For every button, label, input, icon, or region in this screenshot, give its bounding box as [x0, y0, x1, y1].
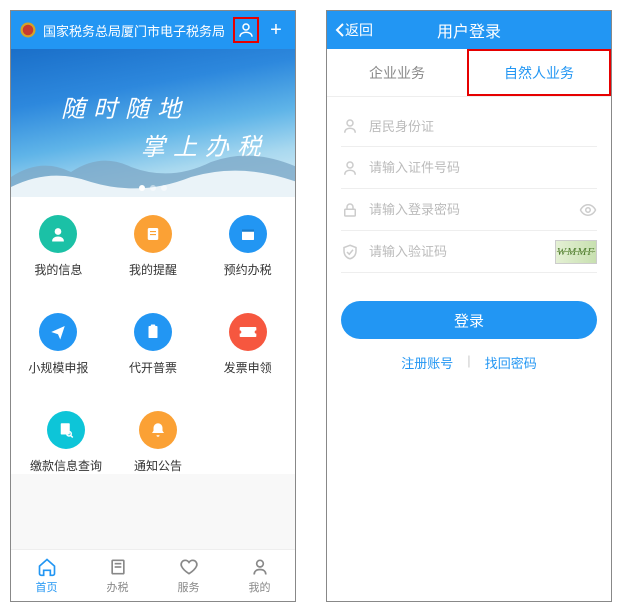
carousel-dots: [139, 185, 167, 191]
login-form: 居民身份证 WMMF: [327, 97, 611, 281]
forgot-password-link[interactable]: 找回密码: [485, 353, 537, 372]
banner-carousel[interactable]: 随时随地 掌上办税: [11, 49, 295, 197]
divider: |: [467, 353, 470, 372]
plus-icon[interactable]: +: [265, 19, 287, 41]
id-type-row[interactable]: 居民身份证: [341, 105, 597, 147]
id-number-input[interactable]: [369, 160, 597, 175]
national-emblem-icon: [19, 21, 37, 39]
heart-icon: [179, 557, 199, 577]
banner-text-line-1: 随时随地: [61, 89, 189, 124]
nav-home[interactable]: 首页: [11, 550, 82, 601]
app-header: 国家税务总局厦门市电子税务局 +: [11, 11, 295, 49]
auth-links: 注册账号 | 找回密码: [327, 353, 611, 372]
grid-label: 通知公告: [134, 457, 182, 474]
id-number-row: [341, 147, 597, 189]
back-button[interactable]: 返回: [327, 20, 381, 40]
paper-plane-icon: [39, 313, 77, 351]
nav-tax[interactable]: 办税: [82, 550, 153, 601]
ticket-icon: [229, 313, 267, 351]
grid-item-payment-query[interactable]: 缴款信息查询: [26, 411, 106, 474]
lock-icon: [341, 201, 359, 219]
person-icon: [341, 159, 359, 177]
tab-individual[interactable]: 自然人业务: [467, 49, 611, 96]
login-tabs: 企业业务 自然人业务: [327, 49, 611, 97]
person-badge-icon: [39, 215, 77, 253]
grid-item-announcements[interactable]: 通知公告: [118, 411, 198, 474]
grid-item-small-scale[interactable]: 小规模申报: [18, 313, 98, 376]
nav-label: 服务: [178, 579, 200, 595]
captcha-row: WMMF: [341, 231, 597, 273]
eye-icon[interactable]: [579, 201, 597, 219]
home-icon: [37, 557, 57, 577]
clipboard-icon: [134, 313, 172, 351]
grid-item-appointment[interactable]: 预约办税: [208, 215, 288, 278]
grid-item-my-reminders[interactable]: 我的提醒: [113, 215, 193, 278]
chevron-left-icon: [335, 23, 345, 37]
login-button[interactable]: 登录: [341, 301, 597, 339]
note-icon: [134, 215, 172, 253]
grid-item-invoice-apply[interactable]: 发票申领: [208, 313, 288, 376]
bell-icon: [139, 411, 177, 449]
user-icon: [250, 557, 270, 577]
home-grid: 我的信息 我的提醒 预约办税 小规模申报 代开普票 发票申领: [11, 197, 295, 474]
password-row: [341, 189, 597, 231]
grid-item-my-info[interactable]: 我的信息: [18, 215, 98, 278]
grid-label: 缴款信息查询: [30, 457, 102, 474]
grid-label: 我的提醒: [129, 261, 177, 278]
shield-icon: [341, 243, 359, 261]
grid-label: 发票申领: [224, 359, 272, 376]
id-type-value: 居民身份证: [369, 116, 434, 135]
nav-mine[interactable]: 我的: [224, 550, 295, 601]
captcha-input[interactable]: [369, 244, 545, 259]
page-title: 用户登录: [437, 18, 501, 42]
nav-label: 首页: [36, 579, 58, 595]
bottom-nav: 首页 办税 服务 我的: [11, 549, 295, 601]
grid-label: 代开普票: [129, 359, 177, 376]
back-label: 返回: [345, 20, 373, 40]
nav-service[interactable]: 服务: [153, 550, 224, 601]
captcha-image[interactable]: WMMF: [555, 240, 597, 264]
person-icon: [341, 117, 359, 135]
grid-item-invoice-issue[interactable]: 代开普票: [113, 313, 193, 376]
tab-enterprise[interactable]: 企业业务: [327, 49, 467, 96]
register-link[interactable]: 注册账号: [401, 353, 453, 372]
grid-label: 我的信息: [34, 261, 82, 278]
password-input[interactable]: [369, 202, 569, 217]
nav-label: 我的: [249, 579, 271, 595]
calendar-icon: [229, 215, 267, 253]
grid-label: 预约办税: [224, 261, 272, 278]
book-icon: [108, 557, 128, 577]
search-doc-icon: [47, 411, 85, 449]
user-profile-icon[interactable]: [233, 17, 259, 43]
app-title: 国家税务总局厦门市电子税务局: [43, 21, 227, 40]
nav-label: 办税: [107, 579, 129, 595]
login-header: 返回 用户登录: [327, 11, 611, 49]
grid-label: 小规模申报: [28, 359, 88, 376]
